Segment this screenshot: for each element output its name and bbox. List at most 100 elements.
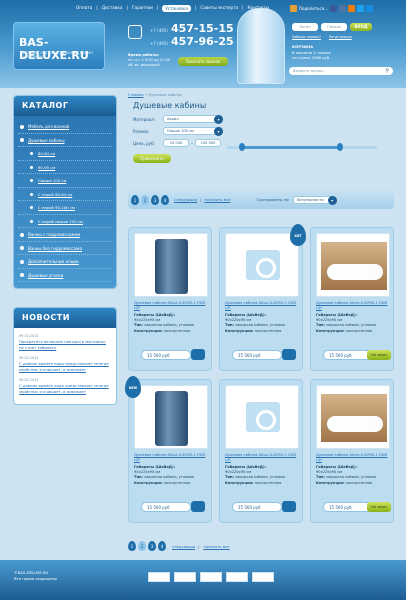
product-name[interactable]: Душевая кабина Attua A-8296-1 CWS L/R	[316, 453, 392, 463]
vk-icon[interactable]	[339, 5, 347, 12]
cart-icon[interactable]	[191, 501, 205, 512]
size-select[interactable]: Свыше 100 см ▾	[163, 127, 223, 136]
price-from-input[interactable]: 10 000	[163, 139, 189, 147]
catalog-list: Мебель для ванной Душевые кабины 80-84 см 9…	[14, 116, 116, 288]
nav-link[interactable]: Советы эксперта	[200, 5, 238, 12]
sidebar: КАТАЛОГ Мебель для ванной Душевые кабины 8…	[13, 95, 117, 289]
news-link[interactable]: С давних времён вода представляет многие…	[19, 361, 111, 372]
cart-summary[interactable]: КОРЗИНА В корзине 2 товара на сумму 2568…	[292, 44, 331, 61]
chevron-down-icon[interactable]: ▾	[214, 115, 223, 124]
facebook-icon[interactable]	[330, 5, 338, 12]
sidebar-item[interactable]: С парой 80-84 см	[18, 188, 112, 201]
sidebar-item[interactable]: Дополнительные опции	[18, 255, 112, 269]
counter-badge[interactable]	[200, 572, 222, 582]
counter-badge[interactable]	[226, 572, 248, 582]
register-link[interactable]: Регистрация	[329, 35, 352, 39]
product-image[interactable]	[134, 233, 208, 297]
news-link[interactable]: Прекратите вечерние поездки в магазины, …	[19, 339, 111, 350]
breadcrumb-home[interactable]: Главная	[128, 93, 144, 97]
cart-icon[interactable]	[282, 501, 296, 512]
odnoklassniki-icon[interactable]	[348, 5, 356, 12]
site-logo[interactable]: BAS-DELUXE.RU ИНТЕРНЕТ-МАГАЗИН ДУШЕВЫХ К…	[13, 22, 105, 70]
price-to-input[interactable]: 100 000	[195, 139, 221, 147]
next-page-link[interactable]: следующая	[172, 544, 195, 549]
spec-value: 90х225х90 см	[134, 470, 161, 475]
page-link[interactable]: 3	[151, 194, 159, 205]
price-slider[interactable]	[227, 142, 377, 151]
share-label[interactable]: Поделиться…	[299, 6, 328, 11]
product-name[interactable]: Душевая кабина Attua A-8296-1 CWS L/R	[134, 301, 210, 311]
product-card[interactable]: ХИТ Душевая кабина Attua A-8296-1 CWS L/R…	[219, 224, 306, 371]
show-all-link[interactable]: показать все	[203, 544, 229, 549]
chevron-down-icon[interactable]: ▾	[214, 127, 223, 136]
product-price: 15 560 руб	[141, 350, 191, 360]
mailru-icon[interactable]	[366, 5, 374, 12]
product-card[interactable]: Душевая кабина Attua A-8296-1 CWS L/R Габ…	[310, 379, 394, 523]
show-all-link[interactable]: показать все	[204, 197, 230, 202]
product-card[interactable]: Душевая кабина Attua A-8296-1 CWS L/R Габ…	[219, 379, 303, 523]
nav-link[interactable]: Оплата	[76, 5, 92, 12]
password-field[interactable]: Пароль	[321, 23, 347, 31]
counter-badge[interactable]	[148, 572, 170, 582]
sidebar-item[interactable]: Душевые уголки	[18, 269, 112, 282]
counter-badge[interactable]	[252, 572, 274, 582]
sidebar-item[interactable]: 90-95 см	[18, 161, 112, 174]
search-input[interactable]: Введите запрос... ⚲	[289, 67, 393, 75]
site-footer: ©BAS-DELUXE.RU Все права защищены	[0, 560, 406, 600]
page-link[interactable]: 3	[148, 541, 156, 551]
sidebar-item[interactable]: Ванны без гидромассажа	[18, 242, 112, 255]
product-image[interactable]	[225, 233, 299, 297]
counter-badge[interactable]	[174, 572, 196, 582]
login-field[interactable]: Логин	[292, 23, 318, 31]
shower-image	[155, 239, 188, 294]
chevron-down-icon[interactable]: ▾	[327, 195, 337, 205]
order-button[interactable]: На заказ	[367, 502, 391, 512]
next-page-link[interactable]: следующая	[174, 197, 197, 202]
news-link[interactable]: С давних времён вода представляет многие…	[19, 383, 111, 394]
sidebar-item[interactable]: С парой 90-100 см	[18, 201, 112, 215]
page-link[interactable]: 2	[141, 194, 149, 205]
order-call-button[interactable]: Заказать звонок	[178, 57, 228, 66]
nav-link[interactable]: Доставка	[102, 5, 123, 12]
page-link[interactable]: 2	[138, 541, 146, 551]
cart-icon[interactable]	[191, 349, 205, 360]
twitter-icon[interactable]	[357, 5, 365, 12]
product-card[interactable]: Душевая кабина Attua A-8296-1 CWS L/R Габ…	[128, 227, 212, 371]
share-icon[interactable]	[290, 5, 297, 12]
product-image[interactable]	[225, 385, 299, 449]
slider-handle-min[interactable]	[239, 142, 245, 151]
sidebar-item[interactable]: Мебель для ванной	[18, 120, 112, 134]
sidebar-item[interactable]: Ванны с гидромассажем	[18, 228, 112, 242]
page-link[interactable]: 4	[158, 541, 166, 551]
page-link[interactable]: 1	[128, 541, 136, 551]
nav-link[interactable]: Гарантии	[132, 5, 153, 12]
login-button[interactable]: ВХОД	[350, 23, 372, 31]
page-link[interactable]: 4	[161, 194, 169, 205]
sidebar-item[interactable]: С парой свыше 100 см	[18, 215, 112, 228]
order-button[interactable]: На заказ	[367, 350, 391, 360]
page-link[interactable]: 1	[131, 194, 139, 205]
product-name[interactable]: Душевая кабина Attua A-8296-1 CWS L/R	[134, 453, 210, 463]
product-name[interactable]: Душевая кабина Attua A-8296-1 CWS L/R	[225, 301, 301, 311]
apply-filter-button[interactable]: Применить	[133, 154, 171, 163]
product-image[interactable]	[316, 385, 390, 449]
sidebar-item[interactable]: Свыше 100 см	[18, 174, 112, 188]
cart-icon[interactable]	[282, 349, 296, 360]
slider-handle-max[interactable]	[336, 142, 343, 151]
product-card[interactable]: NEW Душевая кабина Attua A-8296-1 CWS L/R…	[125, 376, 212, 523]
nav-link[interactable]: Установка	[162, 5, 191, 12]
bathtub-image	[321, 394, 387, 442]
forgot-password-link[interactable]: Забыли пароль?	[292, 35, 321, 39]
product-name[interactable]: Душевая кабина Attua A-8296-1 CWS L/R	[225, 453, 301, 463]
sidebar-item[interactable]: 80-84 см	[18, 147, 112, 161]
spec-label: Тип:	[225, 323, 234, 328]
spec-label: Конструкция:	[134, 480, 163, 485]
product-name[interactable]: Душевая кабина Attua A-8296-1 CWS L/R	[316, 301, 392, 311]
sort-select[interactable]: Популярности ▾	[292, 195, 337, 205]
product-card[interactable]: Душевая кабина Attua A-8296-1 CWS L/R Габ…	[310, 227, 394, 371]
product-image[interactable]	[316, 233, 390, 297]
material-select[interactable]: Акрил ▾	[163, 115, 223, 124]
product-image[interactable]	[134, 385, 208, 449]
sidebar-item[interactable]: Душевые кабины	[18, 134, 112, 147]
search-icon[interactable]: ⚲	[385, 67, 389, 75]
